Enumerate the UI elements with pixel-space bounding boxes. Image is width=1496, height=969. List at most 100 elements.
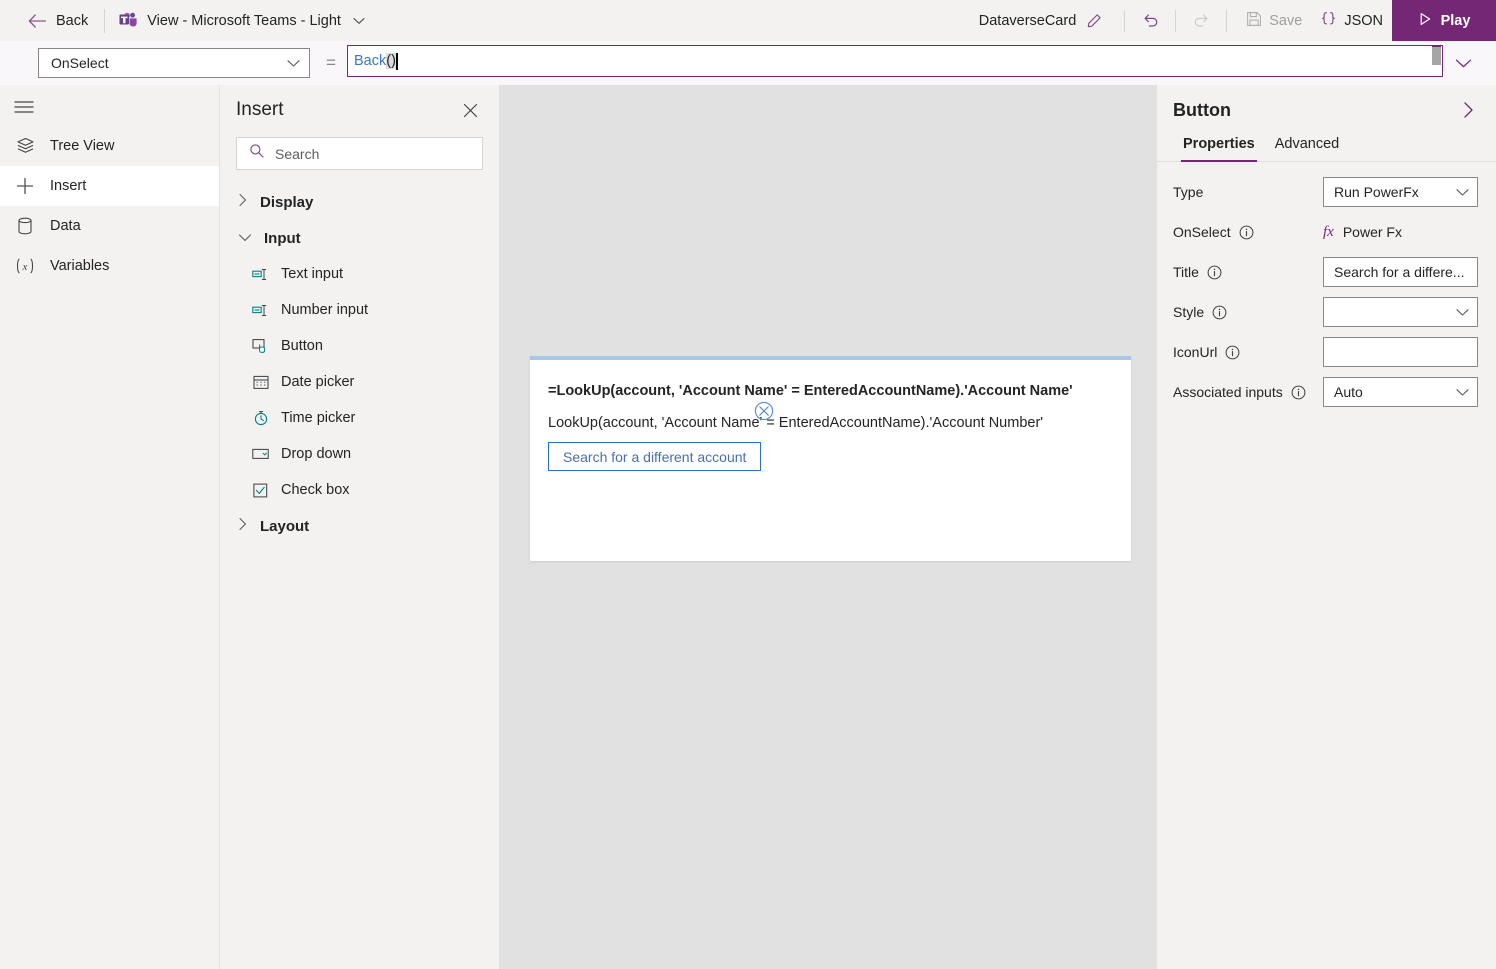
insert-group-input[interactable]: Input [220,220,499,256]
property-selector-dropdown[interactable]: OnSelect [38,48,310,78]
close-icon[interactable] [460,100,481,121]
tab-advanced[interactable]: Advanced [1265,136,1350,161]
insert-control-number-input[interactable]: Number input [220,292,499,328]
info-icon[interactable] [1225,345,1240,360]
onselect-powerfx-button[interactable]: fx Power Fx [1323,217,1478,247]
property-label: Title [1173,264,1323,280]
title-input[interactable]: Search for a differe... [1323,257,1478,287]
save-button-label: Save [1269,12,1303,29]
sidebar-item-label: Tree View [50,138,115,154]
insert-group-layout[interactable]: Layout [220,508,499,544]
plus-icon [14,176,36,196]
json-button-label: JSON [1344,12,1383,29]
info-icon[interactable] [1291,385,1306,400]
formula-token-function: Back [354,53,387,69]
insert-control-time-picker[interactable]: Time picker [220,400,499,436]
design-canvas[interactable]: =LookUp(account, 'Account Name' = Entere… [500,85,1157,969]
calendar-icon [252,374,269,391]
back-button-label: Back [56,12,89,29]
property-label-text: Style [1173,304,1205,320]
chevron-down-icon [1456,384,1469,400]
panel-title: Insert [236,99,284,120]
property-control: fx Power Fx [1323,217,1478,247]
tab-properties[interactable]: Properties [1173,136,1265,162]
number-input-icon [252,302,269,319]
insert-control-button[interactable]: Button [220,328,499,364]
iconurl-input[interactable] [1323,337,1478,367]
formula-input[interactable]: Back() [347,45,1443,77]
sidebar-item-data[interactable]: Data [0,206,219,246]
redo-button[interactable] [1186,6,1216,36]
insert-control-label: Time picker [281,410,356,426]
property-row-type: Type Run PowerFx [1157,172,1496,212]
property-control [1323,297,1478,327]
curly-braces-icon [1320,11,1337,31]
header-divider [1124,9,1126,32]
json-button[interactable]: JSON [1311,6,1392,36]
layers-icon [14,137,36,155]
formula-scrollbar[interactable] [1432,46,1441,76]
insert-control-label: Text input [281,266,344,282]
card-name-display: DataverseCard [969,11,1115,31]
property-control [1323,337,1478,367]
play-triangle-icon [1418,12,1432,30]
text-caret [395,52,398,70]
property-label-text: Associated inputs [1173,384,1283,400]
sidebar-item-label: Insert [50,178,87,194]
sidebar-item-variables[interactable]: x Variables [0,246,219,286]
play-button[interactable]: Play [1392,0,1496,41]
info-icon[interactable] [1207,265,1222,280]
chevron-down-icon [353,17,365,25]
property-label-text: Title [1173,264,1199,280]
chevron-down-icon [287,55,300,71]
associated-inputs-dropdown[interactable]: Auto [1323,377,1478,407]
properties-tabs: Properties Advanced [1157,122,1496,162]
sidebar-item-label: Data [50,218,81,234]
formula-equals-sign: = [326,53,336,72]
document-title-button[interactable]: View - Microsoft Teams - Light [107,0,375,41]
header-divider [104,8,106,33]
property-label-text: IconUrl [1173,344,1218,360]
insert-control-text-input[interactable]: Text input [220,256,499,292]
arrow-left-icon [28,13,46,28]
sidebar-item-tree-view[interactable]: Tree View [0,126,219,166]
header-left-group: Back View - Microsoft Teams - Light [0,0,375,41]
insert-panel: Insert Display Input [220,85,500,969]
property-control: Auto [1323,377,1478,407]
insert-control-check-box[interactable]: Check box [220,472,499,508]
search-box[interactable] [236,137,483,170]
insert-control-drop-down[interactable]: Drop down [220,436,499,472]
insert-control-label: Check box [281,482,350,498]
properties-panel-title: Button [1173,99,1231,120]
formula-token-parens: () [386,53,396,69]
property-label: Type [1173,184,1323,200]
header-divider [1226,9,1228,32]
type-dropdown-value: Run PowerFx [1334,184,1419,200]
property-label-text: OnSelect [1173,224,1231,240]
microsoft-teams-icon [119,12,138,29]
svg-text:x: x [22,261,28,273]
pencil-icon[interactable] [1084,11,1104,31]
card-text-line-2: LookUp(account, 'Account Name' = Entered… [548,415,1044,431]
insert-group-display[interactable]: Display [220,184,499,220]
search-input[interactable] [275,145,482,162]
undo-button[interactable] [1135,6,1165,36]
card-search-account-button[interactable]: Search for a different account [548,442,762,471]
insert-panel-header: Insert [220,85,499,121]
formula-expand-button[interactable] [1448,48,1478,78]
property-label: Associated inputs [1173,384,1323,400]
adaptive-card-preview[interactable]: =LookUp(account, 'Account Name' = Entere… [530,356,1131,561]
info-icon[interactable] [1239,225,1254,240]
associated-inputs-value: Auto [1334,384,1363,400]
text-input-icon [252,266,269,283]
type-dropdown[interactable]: Run PowerFx [1323,177,1478,207]
insert-control-date-picker[interactable]: Date picker [220,364,499,400]
save-button[interactable]: Save [1237,6,1311,36]
style-dropdown[interactable] [1323,297,1478,327]
info-icon[interactable] [1212,305,1227,320]
sidebar-item-insert[interactable]: Insert [0,166,219,206]
chevron-right-icon[interactable] [1459,98,1478,122]
hamburger-menu-icon[interactable] [0,88,48,126]
back-button[interactable]: Back [0,0,102,41]
fx-icon: fx [1323,223,1334,240]
